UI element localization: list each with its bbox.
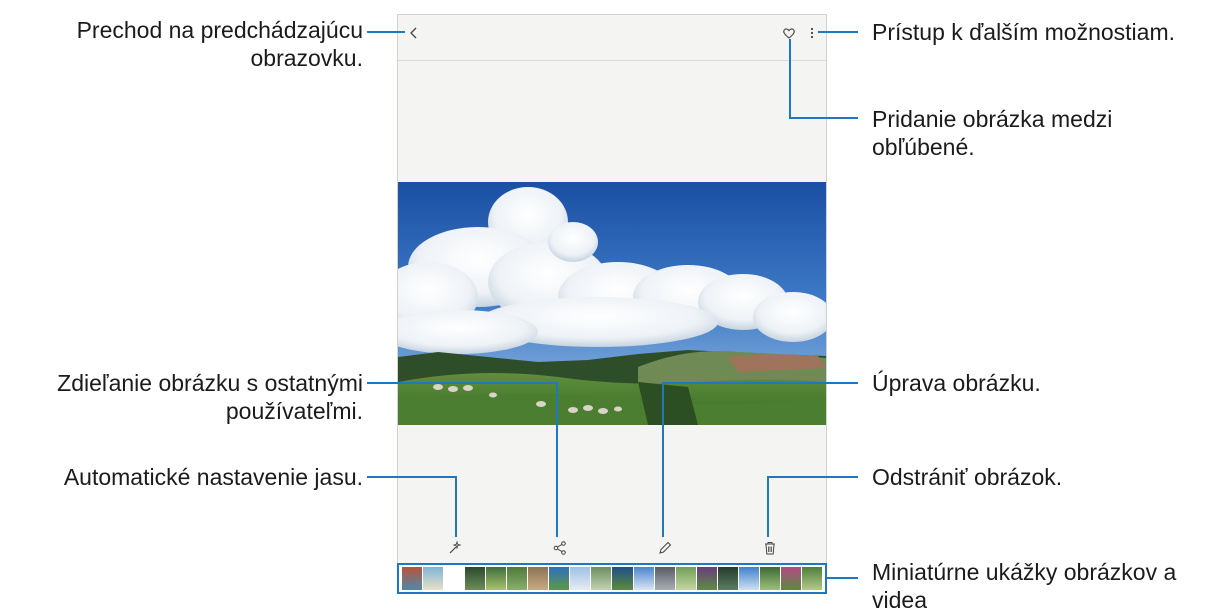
callout-line-auto-v <box>455 476 457 537</box>
callout-line-more <box>818 31 858 33</box>
back-arrow-icon <box>410 27 417 39</box>
thumbnail-item[interactable] <box>612 567 633 590</box>
callout-line-edit-v <box>662 382 664 537</box>
thumbnail-item[interactable] <box>801 567 822 590</box>
thumbnail-item[interactable] <box>570 567 591 590</box>
thumbnail-item[interactable] <box>633 567 654 590</box>
callout-favorite-line2: obľúbené. <box>872 134 975 160</box>
callout-line-delete-h <box>767 476 858 478</box>
thumbnail-item[interactable] <box>507 567 528 590</box>
thumbnail-item[interactable] <box>402 567 423 590</box>
callout-back: Prechod na predchádzajúcu obrazovku. <box>77 16 363 72</box>
thumbnail-item[interactable] <box>717 567 738 590</box>
thumbnail-item[interactable] <box>549 567 570 590</box>
auto-brightness-button[interactable] <box>446 539 464 557</box>
callout-back-line1: Prechod na predchádzajúcu <box>76 17 363 43</box>
thumbnail-item[interactable] <box>654 567 675 590</box>
share-button[interactable] <box>551 539 569 557</box>
callout-delete: Odstrániť obrázok. <box>872 464 1063 490</box>
callout-back-line2: obrazovku. <box>250 45 363 71</box>
thumbnail-item[interactable] <box>528 567 549 590</box>
callout-favorite-line1: Pridanie obrázka medzi <box>872 106 1113 132</box>
callout-line-delete-v <box>767 476 769 537</box>
thumbnail-item[interactable] <box>780 567 801 590</box>
device-screen <box>397 14 827 594</box>
more-options-button[interactable] <box>809 25 815 41</box>
thumbnail-item[interactable] <box>675 567 696 590</box>
callout-line-share-h <box>367 382 557 384</box>
photo-view[interactable] <box>398 182 826 425</box>
bottom-toolbar <box>398 530 826 566</box>
thumbnail-item[interactable] <box>591 567 612 590</box>
callout-share-line1: Zdieľanie obrázku s ostatnými <box>57 370 363 396</box>
callout-edit: Úprava obrázku. <box>872 370 1041 396</box>
trash-icon <box>765 542 775 555</box>
share-icon <box>553 541 566 555</box>
callout-line-favorite-v <box>789 39 791 119</box>
callout-favorite: Pridanie obrázka medzi obľúbené. <box>872 105 1112 161</box>
thumbnail-item[interactable] <box>738 567 759 590</box>
callout-thumbnails: Miniatúrne ukážky obrázkov a videa <box>872 558 1176 614</box>
pencil-icon <box>659 541 672 554</box>
callout-line-thumbnails <box>827 577 858 579</box>
callout-line-auto-h <box>367 476 456 478</box>
callout-auto-brightness: Automatické nastavenie jasu. <box>63 464 363 490</box>
thumbnail-item[interactable] <box>423 567 444 590</box>
magic-wand-icon <box>449 540 462 554</box>
thumbnail-item[interactable] <box>444 567 465 590</box>
more-options-icon <box>810 27 814 39</box>
thumbnail-strip <box>397 563 827 594</box>
callout-share: Zdieľanie obrázku s ostatnými používateľ… <box>57 369 363 425</box>
callout-line-favorite-h <box>789 117 858 119</box>
back-button[interactable] <box>406 25 422 41</box>
callout-line-edit-h <box>662 382 858 384</box>
edit-button[interactable] <box>656 539 674 557</box>
callout-line-share-v <box>556 382 558 537</box>
delete-button[interactable] <box>761 539 779 557</box>
callout-share-line2: používateľmi. <box>225 398 363 424</box>
top-app-bar <box>398 15 826 61</box>
callout-line-back <box>367 31 405 33</box>
thumbnail-item[interactable] <box>486 567 507 590</box>
callout-thumbnails-line2: videa <box>872 587 927 613</box>
thumbnail-item[interactable] <box>696 567 717 590</box>
thumbnail-item[interactable] <box>465 567 486 590</box>
landscape-photo <box>398 182 826 425</box>
callout-more: Prístup k ďalším možnostiam. <box>872 19 1175 45</box>
callout-thumbnails-line1: Miniatúrne ukážky obrázkov a <box>872 559 1177 585</box>
thumbnail-item[interactable] <box>759 567 780 590</box>
